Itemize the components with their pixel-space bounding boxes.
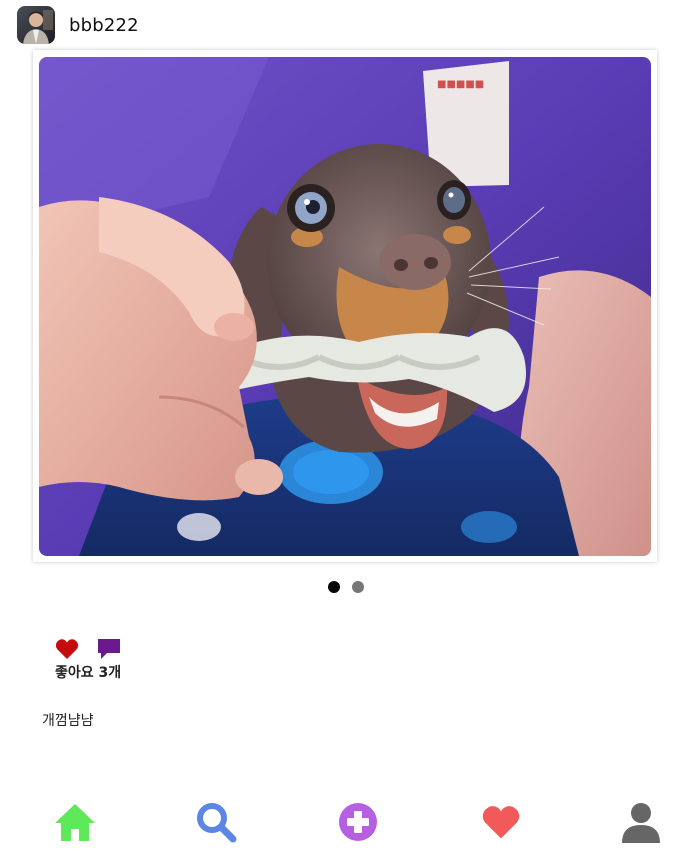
like-count: 좋아요 3개 — [55, 665, 122, 681]
carousel-dot-1[interactable] — [328, 581, 340, 593]
nav-search[interactable] — [194, 800, 238, 844]
avatar[interactable] — [17, 6, 55, 44]
nav-activity[interactable] — [479, 800, 523, 844]
user-icon — [622, 803, 660, 843]
carousel-indicator — [6, 581, 680, 593]
bottom-nav — [0, 796, 680, 852]
heart-icon[interactable] — [55, 638, 79, 660]
post-header: bbb222 — [17, 6, 139, 44]
post-photo[interactable]: ■■■■■ — [39, 57, 651, 556]
plus-circle-icon — [339, 803, 377, 841]
username[interactable]: bbb222 — [69, 15, 139, 36]
search-icon — [197, 803, 237, 843]
speech-bubble-icon[interactable] — [97, 638, 121, 660]
nav-home[interactable] — [53, 800, 97, 844]
nav-add[interactable] — [336, 800, 380, 844]
home-icon — [55, 804, 95, 841]
heart-icon — [482, 806, 520, 839]
post-image-card: ■■■■■ — [33, 50, 657, 562]
nav-profile[interactable] — [619, 800, 663, 844]
post-actions — [55, 638, 121, 660]
post-caption: 개껌냠냠 — [42, 713, 94, 729]
svg-text:■■■■■: ■■■■■ — [437, 79, 484, 90]
carousel-dot-2[interactable] — [352, 581, 364, 593]
